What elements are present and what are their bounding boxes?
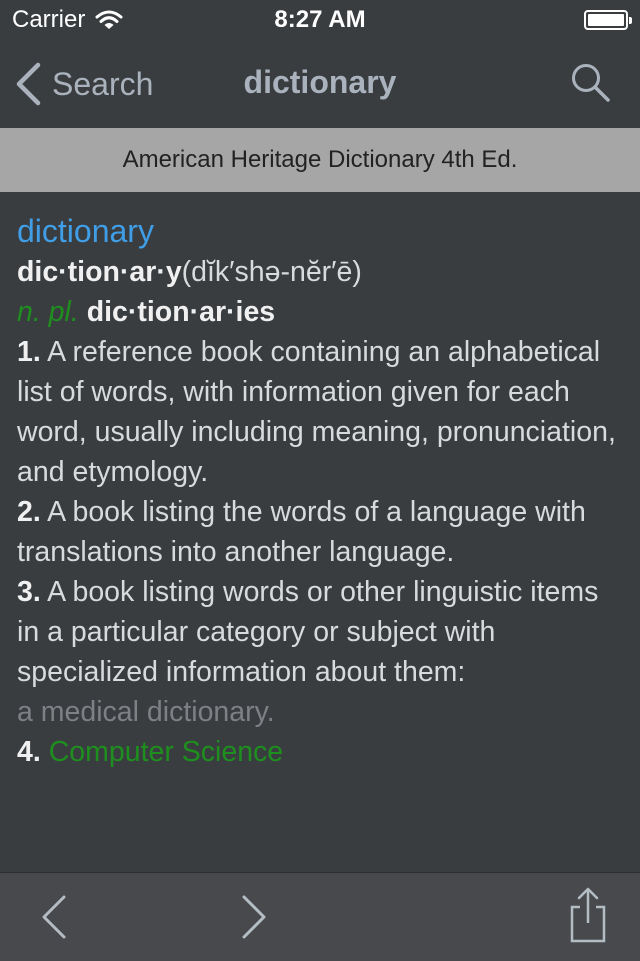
- sense-text: A book listing the words of a language w…: [17, 496, 586, 568]
- sense-3: 3. A book listing words or other linguis…: [17, 572, 627, 692]
- sense-field-label: Computer Science: [40, 736, 284, 768]
- status-bar: Carrier 8:27 AM: [0, 0, 640, 40]
- entry-headword: dictionary: [17, 213, 154, 249]
- part-of-speech: n. pl.: [17, 296, 79, 328]
- part-of-speech-line: n. pl. dic·tion·ar·ies: [17, 292, 627, 332]
- back-button[interactable]: Search: [14, 60, 153, 108]
- sense-text: A reference book containing an alphabeti…: [17, 336, 616, 488]
- status-time: 8:27 AM: [274, 6, 366, 33]
- sense-number: 4.: [17, 736, 41, 768]
- pronunciation-line: dic·tion·ar·y(dĭk′shə-nĕr′ē): [17, 252, 627, 292]
- share-icon[interactable]: [558, 885, 618, 945]
- bottom-toolbar: [0, 872, 640, 961]
- pronunciation: (dĭk′shə-nĕr′ē): [181, 256, 362, 288]
- search-icon[interactable]: [570, 62, 612, 104]
- source-name: American Heritage Dictionary 4th Ed.: [122, 146, 518, 173]
- dictionary-source-header: American Heritage Dictionary 4th Ed.: [0, 128, 640, 192]
- sense-example: a medical dictionary.: [17, 696, 275, 728]
- entry-content[interactable]: dictionary dic·tion·ar·y(dĭk′shə-nĕr′ē) …: [17, 210, 627, 870]
- navigation-bar: Search dictionary: [0, 40, 640, 128]
- sense-text: A book listing words or other linguistic…: [17, 576, 599, 688]
- sense-number: 1.: [17, 336, 41, 368]
- sense-1: 1. A reference book containing an alphab…: [17, 332, 627, 492]
- back-button-label: Search: [52, 65, 154, 102]
- sense-2: 2. A book listing the words of a languag…: [17, 492, 627, 572]
- previous-entry-button[interactable]: [24, 887, 84, 947]
- plural-form: dic·tion·ar·ies: [86, 296, 276, 328]
- sense-4: 4. Computer Science: [17, 732, 627, 772]
- chevron-left-icon: [16, 62, 41, 106]
- sense-number: 3.: [17, 576, 41, 608]
- battery-icon: [584, 10, 632, 30]
- sense-number: 2.: [17, 496, 41, 528]
- syllabified-word: dic·tion·ar·y: [17, 256, 182, 288]
- next-entry-button[interactable]: [224, 887, 284, 947]
